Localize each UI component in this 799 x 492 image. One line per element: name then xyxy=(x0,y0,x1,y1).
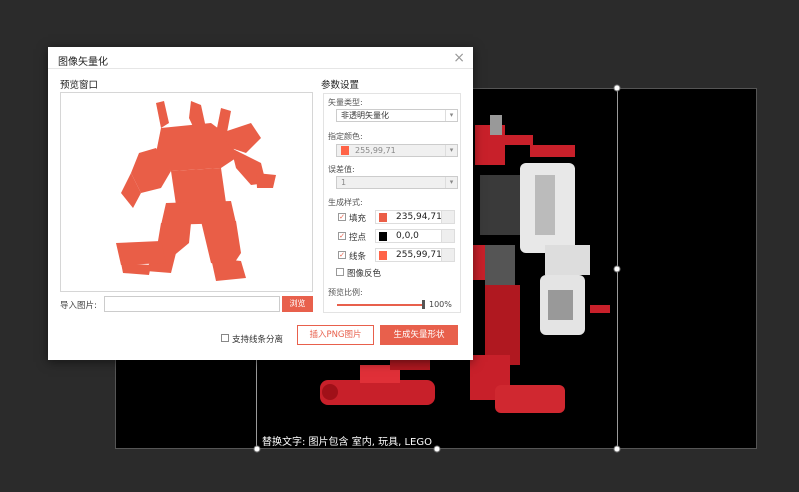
color-swatch xyxy=(341,146,349,155)
fill-stepper[interactable] xyxy=(441,210,455,224)
preview-window xyxy=(60,92,313,292)
vectorize-dialog: 图像矢量化 × 预览窗口 导入图片: 浏览 参数设置 矢量类型: 非透明矢量化 … xyxy=(48,47,473,360)
params-section-label: 参数设置 xyxy=(321,80,360,91)
separate-lines-label: 支持线条分离 xyxy=(232,335,284,345)
point-label: 控点 xyxy=(349,233,367,243)
line-color-swatch xyxy=(379,251,387,260)
close-icon[interactable]: × xyxy=(453,50,465,66)
chevron-down-icon: ▾ xyxy=(445,145,457,156)
scale-label: 预览比例: xyxy=(328,288,363,297)
alt-text-caption: 替换文字: 图片包含 室内, 玩具, LEGO xyxy=(262,437,432,448)
fill-color-value: 235,94,71 xyxy=(396,212,442,222)
resize-handle[interactable] xyxy=(613,445,621,453)
browse-button[interactable]: 浏览 xyxy=(282,296,313,312)
point-stepper[interactable] xyxy=(441,229,455,243)
fill-label: 填充 xyxy=(349,214,367,224)
scale-slider-track[interactable] xyxy=(337,304,423,306)
scale-slider-handle[interactable] xyxy=(422,300,425,309)
scale-value: 100% xyxy=(429,300,452,309)
style-label: 生成样式: xyxy=(328,198,363,207)
color-select[interactable]: 255,99,71 ▾ xyxy=(336,144,458,157)
fill-color-swatch xyxy=(379,213,387,222)
invert-label: 图像反色 xyxy=(347,269,382,279)
point-color-value: 0,0,0 xyxy=(396,231,419,241)
preview-section-label: 预览窗口 xyxy=(60,80,99,91)
title-divider xyxy=(48,68,473,69)
resize-handle[interactable] xyxy=(253,445,261,453)
vector-preview-image xyxy=(116,101,276,281)
vector-type-value: 非透明矢量化 xyxy=(341,111,389,120)
line-checkbox[interactable]: ✓ xyxy=(338,251,346,259)
color-value: 255,99,71 xyxy=(355,146,396,155)
tolerance-stepper[interactable]: 1 ▾ xyxy=(336,176,458,189)
line-color-value: 255,99,71 xyxy=(396,250,442,260)
separate-lines-checkbox[interactable] xyxy=(221,334,229,342)
point-checkbox[interactable]: ✓ xyxy=(338,232,346,240)
tolerance-value: 1 xyxy=(341,178,347,187)
insert-png-button[interactable]: 插入PNG图片 xyxy=(297,325,374,345)
stepper-icon: ▾ xyxy=(445,177,457,188)
line-stepper[interactable] xyxy=(441,248,455,262)
import-image-label: 导入图片: xyxy=(60,301,97,311)
chevron-down-icon: ▾ xyxy=(445,110,457,121)
import-image-input[interactable] xyxy=(104,296,280,312)
fill-checkbox[interactable]: ✓ xyxy=(338,213,346,221)
vector-type-label: 矢量类型: xyxy=(328,98,363,107)
tolerance-label: 误差值: xyxy=(328,165,355,174)
resize-handle[interactable] xyxy=(613,84,621,92)
line-label: 线条 xyxy=(349,252,367,262)
color-label: 指定颜色: xyxy=(328,132,363,141)
resize-handle[interactable] xyxy=(613,265,621,273)
dialog-title: 图像矢量化 xyxy=(58,57,108,68)
point-color-swatch xyxy=(379,232,387,241)
vector-type-select[interactable]: 非透明矢量化 ▾ xyxy=(336,109,458,122)
invert-checkbox[interactable] xyxy=(336,268,344,276)
resize-handle[interactable] xyxy=(433,445,441,453)
generate-vector-button[interactable]: 生成矢量形状 xyxy=(380,325,458,345)
